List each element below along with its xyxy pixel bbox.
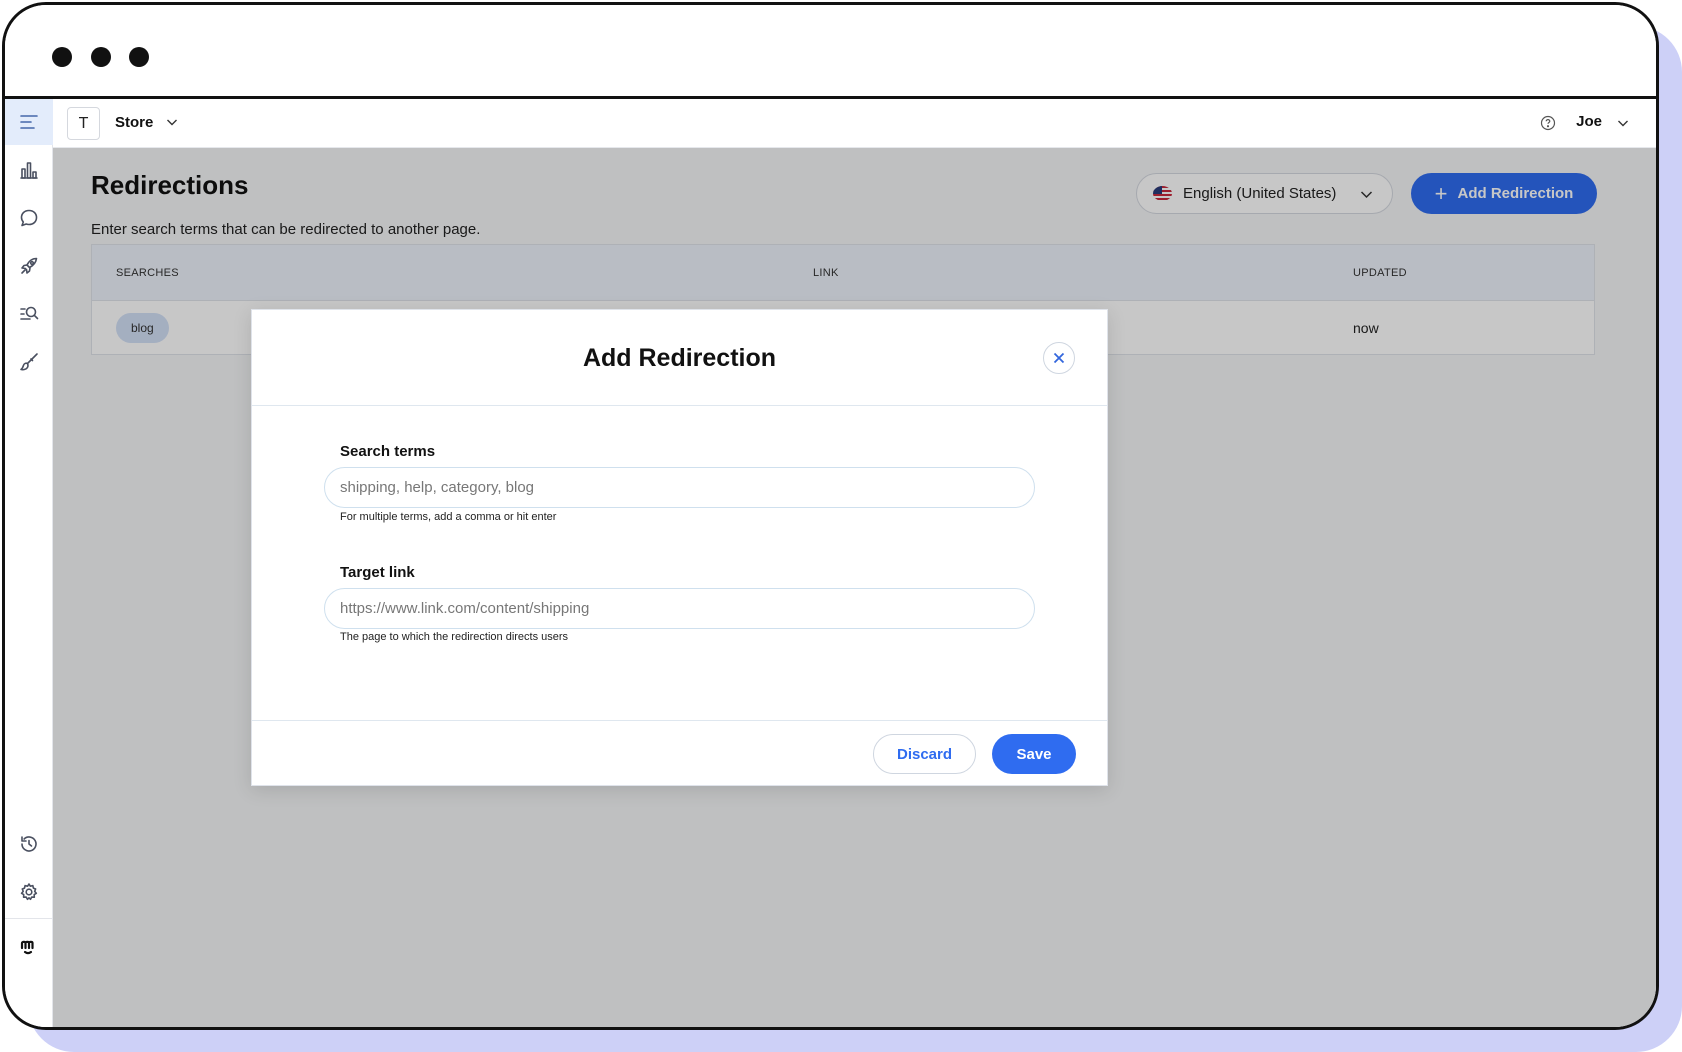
rocket-icon bbox=[21, 257, 38, 274]
sidebar-item-boost[interactable] bbox=[5, 243, 53, 289]
close-button[interactable] bbox=[1043, 342, 1075, 374]
sidebar-item-settings[interactable] bbox=[5, 869, 53, 915]
window-maximize-dot[interactable] bbox=[129, 47, 149, 67]
close-icon bbox=[1053, 352, 1065, 364]
search-list-icon bbox=[20, 306, 39, 320]
chevron-down-icon[interactable] bbox=[1616, 116, 1630, 130]
user-name[interactable]: Joe bbox=[1576, 113, 1602, 130]
chevron-down-icon[interactable] bbox=[165, 115, 179, 129]
sidebar-item-history[interactable] bbox=[5, 821, 53, 867]
sidebar-item-chat[interactable] bbox=[5, 195, 53, 241]
app-window: T Store Joe Redirections Enter search te… bbox=[2, 2, 1659, 1030]
search-terms-label: Search terms bbox=[340, 443, 436, 460]
discard-button[interactable]: Discard bbox=[873, 734, 976, 774]
settings-icon bbox=[20, 883, 38, 901]
sidebar-item-analytics[interactable] bbox=[5, 147, 53, 193]
analytics-icon bbox=[20, 162, 38, 179]
search-terms-help: For multiple terms, add a comma or hit e… bbox=[340, 511, 557, 523]
window-close-dot[interactable] bbox=[52, 47, 72, 67]
add-redirection-modal: Add Redirection Search terms For multipl… bbox=[251, 309, 1108, 786]
sidebar-divider bbox=[5, 918, 53, 919]
window-titlebar bbox=[5, 5, 1656, 99]
search-terms-input[interactable] bbox=[324, 467, 1035, 508]
brand-logo-button[interactable] bbox=[5, 923, 53, 969]
sidebar-item-design[interactable] bbox=[5, 339, 53, 385]
sidebar bbox=[5, 99, 53, 1027]
modal-title: Add Redirection bbox=[582, 344, 777, 372]
top-bar: T Store Joe bbox=[53, 99, 1656, 148]
window-minimize-dot[interactable] bbox=[91, 47, 111, 67]
sidebar-item-search[interactable] bbox=[5, 291, 53, 337]
menu-icon bbox=[20, 115, 38, 129]
target-link-input[interactable] bbox=[324, 588, 1035, 629]
modal-footer: Discard Save bbox=[252, 720, 1107, 787]
save-button[interactable]: Save bbox=[992, 734, 1076, 774]
store-name[interactable]: Store bbox=[115, 114, 153, 131]
chat-icon bbox=[20, 209, 38, 227]
history-icon bbox=[21, 836, 37, 852]
target-link-label: Target link bbox=[340, 564, 415, 581]
menu-toggle-button[interactable] bbox=[5, 99, 53, 145]
help-icon[interactable] bbox=[1540, 115, 1556, 131]
brush-icon bbox=[20, 353, 38, 371]
brand-logo bbox=[20, 940, 34, 955]
target-link-help: The page to which the redirection direct… bbox=[340, 631, 569, 643]
modal-header: Add Redirection bbox=[252, 310, 1107, 406]
store-avatar[interactable]: T bbox=[67, 107, 100, 140]
